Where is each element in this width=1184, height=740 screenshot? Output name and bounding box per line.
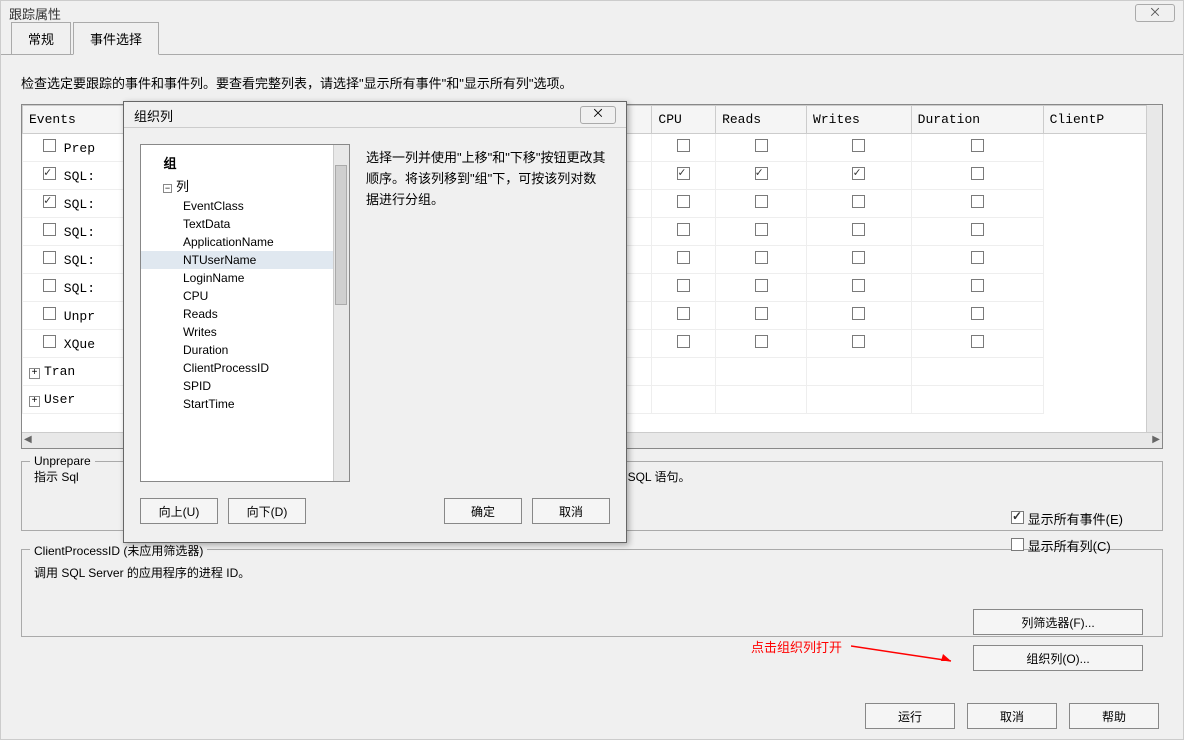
bottom-buttons: 运行 取消 帮助 <box>865 703 1159 729</box>
run-button[interactable]: 运行 <box>865 703 955 729</box>
display-options: 显示所有事件(E) 显示所有列(C) <box>1011 501 1123 563</box>
tree-item[interactable]: ClientProcessID <box>141 359 349 377</box>
checkbox[interactable] <box>755 251 768 264</box>
tree-item[interactable]: EventClass <box>141 197 349 215</box>
tree-col-node[interactable]: −列 <box>141 174 349 197</box>
tree-item[interactable]: SPID <box>141 377 349 395</box>
dialog-titlebar: 组织列 ⨉ <box>124 102 626 128</box>
checkbox[interactable] <box>677 195 690 208</box>
checkbox[interactable] <box>852 251 865 264</box>
tree-item[interactable]: Reads <box>141 305 349 323</box>
column-filter-button[interactable]: 列筛选器(F)... <box>973 609 1143 635</box>
checkbox[interactable] <box>852 335 865 348</box>
desc-text: 指示 Sql <box>34 470 79 484</box>
tree-item[interactable]: Duration <box>141 341 349 359</box>
tree-item[interactable]: StartTime <box>141 395 349 413</box>
checkbox[interactable] <box>677 223 690 236</box>
groupbox2-text: 调用 SQL Server 的应用程序的进程 ID。 <box>34 556 1150 581</box>
tab-general[interactable]: 常规 <box>11 22 71 54</box>
dialog-description: 选择一列并使用"上移"和"下移"按钮更改其顺序。将该列移到"组"下，可按该列对数… <box>362 144 610 482</box>
move-up-button[interactable]: 向上(U) <box>140 498 218 524</box>
tree-item[interactable]: LoginName <box>141 269 349 287</box>
tab-events[interactable]: 事件选择 <box>73 22 159 55</box>
trace-properties-window: 跟踪属性 ⨉ 常规 事件选择 检查选定要跟踪的事件和事件列。要查看完整列表，请选… <box>0 0 1184 740</box>
checkbox[interactable] <box>677 279 690 292</box>
checkbox[interactable] <box>971 335 984 348</box>
checkbox[interactable] <box>971 167 984 180</box>
checkbox[interactable] <box>755 195 768 208</box>
checkbox[interactable] <box>677 167 690 180</box>
tree-item[interactable]: TextData <box>141 215 349 233</box>
tree-item[interactable]: Writes <box>141 323 349 341</box>
checkbox[interactable] <box>971 307 984 320</box>
window-title: 跟踪属性 <box>9 4 61 23</box>
checkbox[interactable] <box>852 307 865 320</box>
checkbox[interactable] <box>971 279 984 292</box>
checkbox[interactable] <box>755 139 768 152</box>
column-header[interactable]: ClientP <box>1043 106 1161 134</box>
column-header[interactable]: Reads <box>716 106 807 134</box>
help-button[interactable]: 帮助 <box>1069 703 1159 729</box>
column-header[interactable]: CPU <box>652 106 716 134</box>
annotation-text: 点击组织列打开 <box>751 637 842 656</box>
organize-columns-button[interactable]: 组织列(O)... <box>973 645 1143 671</box>
tree-item[interactable]: NTUserName <box>141 251 349 269</box>
ok-button[interactable]: 确定 <box>444 498 522 524</box>
move-down-button[interactable]: 向下(D) <box>228 498 306 524</box>
tree-group-node[interactable]: 组 <box>141 151 349 174</box>
cancel-button[interactable]: 取消 <box>967 703 1057 729</box>
tree-scrollbar[interactable] <box>333 145 349 481</box>
column-buttons: 列筛选器(F)... 组织列(O)... <box>973 609 1143 681</box>
close-icon[interactable]: ⨉ <box>1135 4 1175 22</box>
checkbox[interactable] <box>755 223 768 236</box>
tree-item[interactable]: CPU <box>141 287 349 305</box>
dialog-title: 组织列 <box>134 106 173 123</box>
show-all-cols-checkbox[interactable]: 显示所有列(C) <box>1011 536 1123 555</box>
column-header[interactable]: Duration <box>911 106 1043 134</box>
checkbox[interactable] <box>677 251 690 264</box>
checkbox[interactable] <box>755 307 768 320</box>
organize-columns-dialog: 组织列 ⨉ 组−列EventClassTextDataApplicationNa… <box>123 101 627 543</box>
checkbox[interactable] <box>852 195 865 208</box>
checkbox[interactable] <box>971 195 984 208</box>
checkbox[interactable] <box>852 223 865 236</box>
checkbox[interactable] <box>852 279 865 292</box>
checkbox[interactable] <box>755 167 768 180</box>
checkbox[interactable] <box>755 279 768 292</box>
checkbox[interactable] <box>677 307 690 320</box>
checkbox[interactable] <box>971 139 984 152</box>
checkbox[interactable] <box>971 251 984 264</box>
column-tree[interactable]: 组−列EventClassTextDataApplicationNameNTUs… <box>140 144 350 482</box>
column-header[interactable]: Writes <box>807 106 912 134</box>
tree-item[interactable]: ApplicationName <box>141 233 349 251</box>
titlebar: 跟踪属性 ⨉ <box>1 1 1183 25</box>
groupbox-legend: Unprepare <box>30 454 95 468</box>
tabs: 常规 事件选择 <box>1 25 1183 55</box>
dialog-close-icon[interactable]: ⨉ <box>580 106 616 124</box>
annotation-arrow <box>851 641 971 671</box>
checkbox[interactable] <box>755 335 768 348</box>
checkbox[interactable] <box>677 139 690 152</box>
checkbox[interactable] <box>971 223 984 236</box>
dialog-cancel-button[interactable]: 取消 <box>532 498 610 524</box>
checkbox[interactable] <box>852 167 865 180</box>
checkbox[interactable] <box>677 335 690 348</box>
instruction-text: 检查选定要跟踪的事件和事件列。要查看完整列表，请选择"显示所有事件"和"显示所有… <box>21 73 1163 92</box>
vertical-scrollbar[interactable] <box>1146 105 1162 432</box>
show-all-events-checkbox[interactable]: 显示所有事件(E) <box>1011 509 1123 528</box>
groupbox2-legend: ClientProcessID (未应用筛选器) <box>30 542 207 559</box>
checkbox[interactable] <box>852 139 865 152</box>
